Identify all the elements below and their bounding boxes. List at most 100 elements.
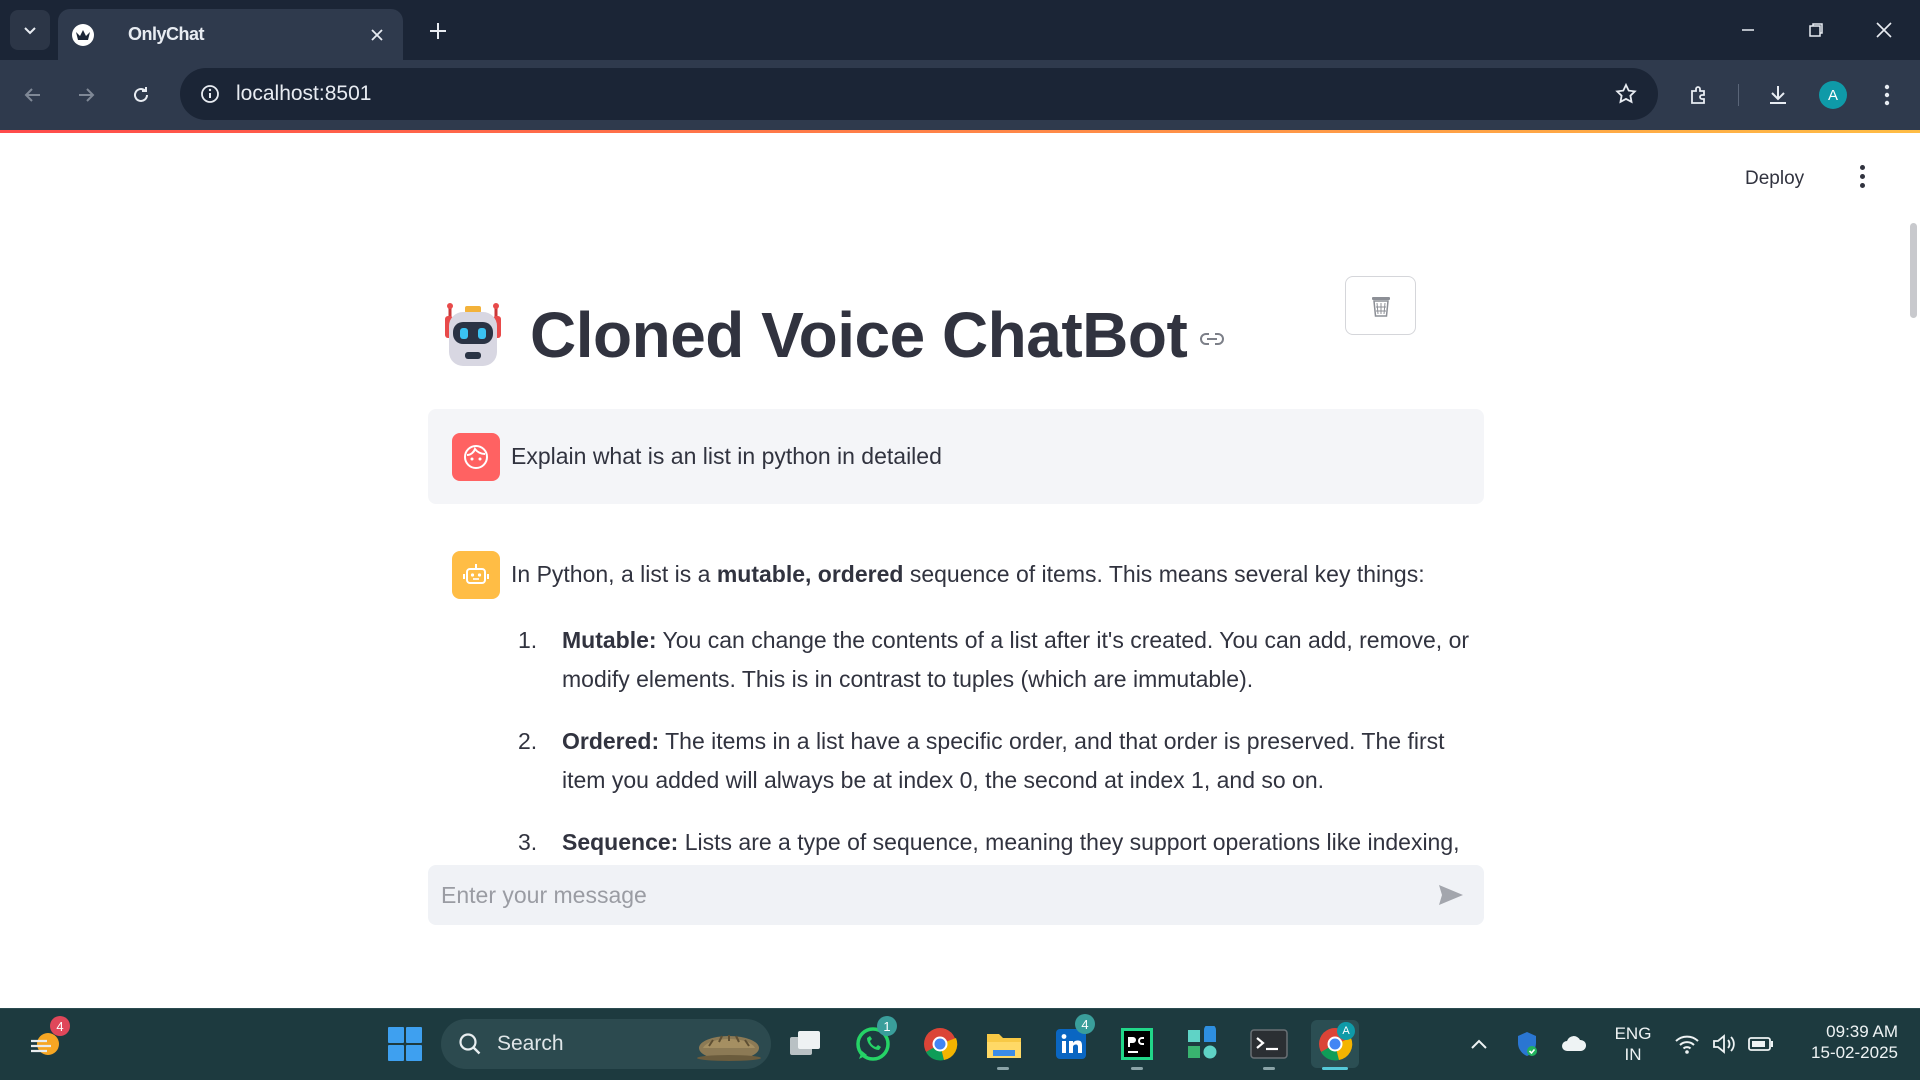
onedrive-tray[interactable] xyxy=(1560,1030,1588,1058)
extensions-button[interactable] xyxy=(1679,75,1719,115)
arrow-right-icon xyxy=(79,88,95,102)
close-window-button[interactable] xyxy=(1861,10,1907,50)
profile-avatar: A xyxy=(1819,81,1847,109)
puzzle-icon xyxy=(1691,86,1705,104)
search-icon xyxy=(459,1033,481,1055)
language-indicator[interactable]: ENG IN xyxy=(1608,1023,1658,1065)
search-highlight-icon xyxy=(697,1035,761,1061)
chrome-profile-app[interactable]: A xyxy=(1311,1020,1359,1068)
chrome-icon xyxy=(924,1028,958,1061)
back-button[interactable] xyxy=(13,75,53,115)
taskbar-search[interactable]: Search xyxy=(441,1019,771,1069)
chevron-down-icon xyxy=(24,27,36,35)
forward-button[interactable] xyxy=(66,75,106,115)
minimize-icon xyxy=(1742,29,1754,31)
user-message: Explain what is an list in python in det… xyxy=(428,409,1484,504)
link-icon[interactable] xyxy=(1199,332,1225,351)
tab-title: OnlyChat xyxy=(128,24,205,44)
bookmark-star-icon[interactable] xyxy=(1612,80,1640,108)
plus-icon xyxy=(430,23,446,39)
send-icon xyxy=(1439,885,1463,905)
search-label: Search xyxy=(497,1032,564,1055)
terminal-icon xyxy=(1250,1029,1288,1059)
toolbar-divider xyxy=(1738,84,1739,106)
restore-button[interactable] xyxy=(1793,10,1839,50)
trash-icon xyxy=(1371,296,1390,317)
app-page: Deploy Cloned Voice ChatBot Explain what… xyxy=(0,133,1920,1008)
app-menu-button[interactable] xyxy=(1850,161,1874,191)
cloud-icon xyxy=(1562,1036,1587,1051)
show-hidden-icons-button[interactable] xyxy=(1465,1030,1493,1058)
chrome-profile-badge: A xyxy=(1337,1022,1355,1040)
close-icon xyxy=(1876,22,1892,38)
list-item: 1. Mutable: You can change the contents o… xyxy=(518,627,1470,692)
clock-date: 15-02-2025 xyxy=(1811,1043,1898,1062)
terminal-app[interactable] xyxy=(1245,1020,1293,1068)
wifi-tray[interactable] xyxy=(1673,1030,1701,1058)
download-icon xyxy=(1770,86,1786,104)
browser-menu-button[interactable] xyxy=(1867,75,1907,115)
battery-icon xyxy=(1748,1037,1773,1051)
chrome-app[interactable] xyxy=(916,1020,964,1068)
pycharm-icon xyxy=(1121,1028,1153,1060)
deploy-button[interactable]: Deploy xyxy=(1745,168,1804,190)
arrow-left-icon xyxy=(24,88,40,102)
streamlit-crown-icon xyxy=(72,23,94,46)
chat-input-container xyxy=(428,865,1484,925)
widget-app[interactable] xyxy=(1178,1020,1226,1068)
list-item: 2. Ordered: The items in a list have a sp… xyxy=(518,728,1445,793)
clock[interactable]: 09:39 AM 15-02-2025 xyxy=(1790,1021,1898,1063)
task-view-button[interactable] xyxy=(782,1020,830,1068)
list-item: 3. Sequence: Lists are a type of sequence… xyxy=(518,829,1460,855)
robot-emoji-icon xyxy=(445,303,501,366)
assistant-intro-text: In Python, a list is a mutable, ordered … xyxy=(511,561,1425,587)
weather-badge: 4 xyxy=(50,1016,70,1036)
reload-button[interactable] xyxy=(121,75,161,115)
clock-time: 09:39 AM xyxy=(1826,1022,1898,1041)
task-view-icon xyxy=(790,1031,820,1055)
shield-icon xyxy=(1518,1032,1537,1056)
tiles-icon xyxy=(1188,1026,1217,1059)
active-indicator xyxy=(1322,1067,1348,1070)
security-tray[interactable] xyxy=(1513,1030,1541,1058)
clear-chat-button[interactable] xyxy=(1345,276,1416,335)
restore-icon xyxy=(1809,23,1823,37)
whatsapp-badge: 1 xyxy=(877,1016,897,1036)
weather-widget[interactable]: 4 xyxy=(22,1016,70,1068)
title-block: Cloned Voice ChatBot xyxy=(438,298,1225,372)
reload-icon xyxy=(134,87,148,102)
user-message-text: Explain what is an list in python in det… xyxy=(511,443,942,469)
whatsapp-app[interactable]: 1 xyxy=(849,1016,897,1068)
more-vertical-icon xyxy=(1884,84,1890,106)
profile-button[interactable]: A xyxy=(1813,75,1853,115)
send-button[interactable] xyxy=(1436,881,1466,909)
folder-icon xyxy=(987,1034,1021,1058)
new-tab-button[interactable] xyxy=(422,15,454,47)
minimize-button[interactable] xyxy=(1725,10,1771,50)
user-face-icon xyxy=(464,444,488,469)
downloads-button[interactable] xyxy=(1758,75,1798,115)
page-title: Cloned Voice ChatBot xyxy=(530,299,1188,371)
wifi-icon xyxy=(1675,1035,1699,1054)
page-scrollbar[interactable] xyxy=(1910,223,1917,318)
windows-logo-icon xyxy=(388,1027,422,1061)
running-indicator xyxy=(1131,1067,1143,1070)
tab-close-icon[interactable] xyxy=(365,23,389,47)
tab-search-button[interactable] xyxy=(10,10,50,50)
start-button[interactable] xyxy=(381,1020,429,1068)
file-explorer-app[interactable] xyxy=(980,1020,1028,1068)
chat-input[interactable] xyxy=(441,881,1401,909)
site-info-icon[interactable] xyxy=(184,68,236,120)
browser-tab-active[interactable]: OnlyChat xyxy=(58,9,403,60)
address-bar[interactable]: localhost:8501 xyxy=(180,68,1658,120)
battery-tray[interactable] xyxy=(1747,1030,1775,1058)
user-avatar xyxy=(452,432,500,481)
linkedin-app[interactable]: 4 xyxy=(1047,1014,1095,1068)
assistant-ordered-list: 1. Mutable: You can change the contents o… xyxy=(518,621,1488,885)
linkedin-badge: 4 xyxy=(1075,1014,1095,1034)
volume-tray[interactable] xyxy=(1710,1030,1738,1058)
assistant-avatar xyxy=(452,551,500,599)
pycharm-app[interactable] xyxy=(1113,1020,1161,1068)
volume-icon xyxy=(1713,1034,1735,1054)
url-text: localhost:8501 xyxy=(236,82,372,105)
